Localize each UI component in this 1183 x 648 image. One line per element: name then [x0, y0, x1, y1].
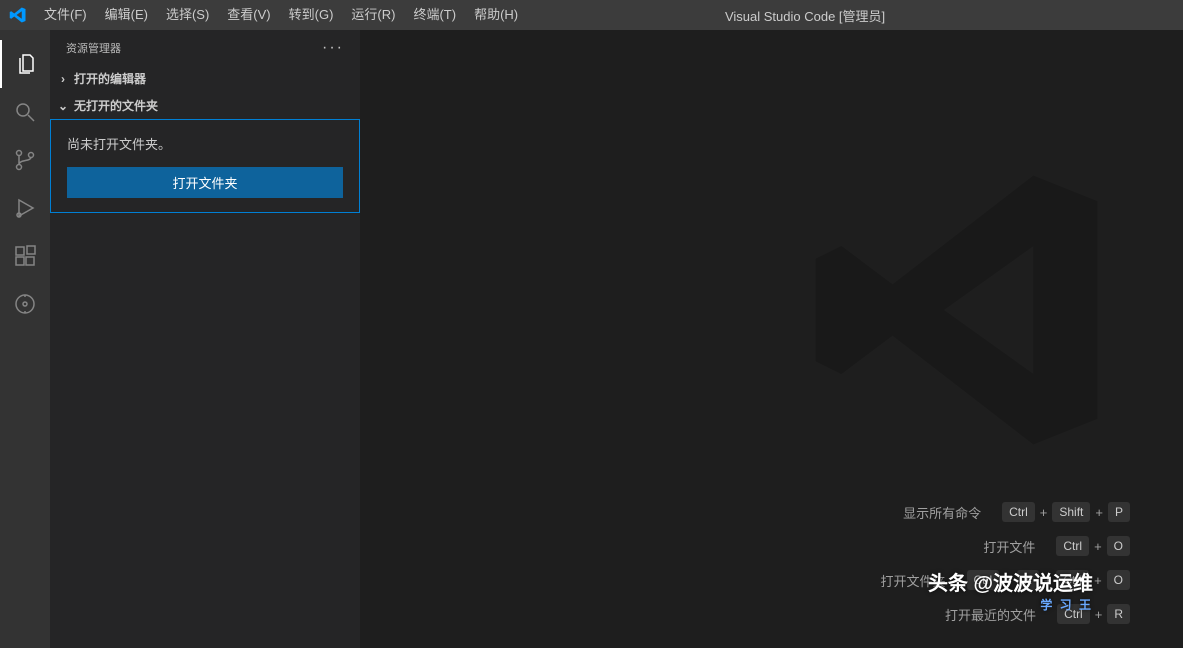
menu-selection[interactable]: 选择(S)	[157, 0, 218, 30]
shortcut-key: Ctrl	[1056, 536, 1089, 556]
menu-terminal[interactable]: 终端(T)	[404, 0, 465, 30]
menu-bar: 文件(F) 编辑(E) 选择(S) 查看(V) 转到(G) 运行(R) 终端(T…	[35, 0, 527, 30]
plus-separator: +	[1095, 607, 1103, 622]
section-no-folder-label: 无打开的文件夹	[74, 97, 158, 114]
shortcut-label: 打开文件	[983, 537, 1035, 556]
shortcut-key: O	[1107, 570, 1130, 590]
sidebar-title: 资源管理器	[66, 40, 121, 56]
files-icon	[14, 52, 38, 76]
window-title: Visual Studio Code [管理员]	[527, 6, 1183, 25]
sidebar-explorer: 资源管理器 ··· › 打开的编辑器 ⌄ 无打开的文件夹 尚未打开文件夹。 打开…	[50, 30, 360, 648]
extensions-icon	[13, 244, 37, 268]
menu-file[interactable]: 文件(F)	[35, 0, 96, 30]
menu-edit[interactable]: 编辑(E)	[96, 0, 157, 30]
chevron-right-icon: ›	[56, 72, 70, 86]
vscode-watermark-icon	[803, 150, 1123, 475]
overlay-main: 头条 @波波说运维	[928, 573, 1093, 595]
menu-help[interactable]: 帮助(H)	[465, 0, 527, 30]
overlay-sub: 学 习 王	[928, 596, 1093, 613]
activity-source-control[interactable]	[0, 136, 50, 184]
branch-icon	[13, 148, 37, 172]
activity-explorer[interactable]	[0, 40, 50, 88]
menu-run[interactable]: 运行(R)	[342, 0, 404, 30]
activity-remote[interactable]	[0, 280, 50, 328]
plus-separator: +	[1094, 539, 1102, 554]
activity-extensions[interactable]	[0, 232, 50, 280]
menu-view[interactable]: 查看(V)	[218, 0, 279, 30]
plus-separator: +	[1095, 505, 1103, 520]
activity-run-debug[interactable]	[0, 184, 50, 232]
menu-go[interactable]: 转到(G)	[280, 0, 343, 30]
section-open-editors[interactable]: › 打开的编辑器	[50, 65, 360, 92]
overlay-watermark: 头条 @波波说运维 学 习 王	[928, 567, 1093, 613]
activity-bar	[0, 30, 50, 648]
no-folder-panel: 尚未打开文件夹。 打开文件夹	[50, 119, 360, 213]
section-open-editors-label: 打开的编辑器	[74, 70, 146, 87]
shortcut-key: Ctrl	[1002, 502, 1035, 522]
shortcut-row: 打开文件 Ctrl + O	[881, 536, 1134, 556]
remote-icon	[13, 292, 37, 316]
shortcut-key: P	[1108, 502, 1130, 522]
no-folder-message: 尚未打开文件夹。	[67, 134, 343, 153]
section-no-folder[interactable]: ⌄ 无打开的文件夹	[50, 92, 360, 119]
open-folder-button[interactable]: 打开文件夹	[67, 167, 343, 198]
shortcut-key: R	[1107, 604, 1130, 624]
titlebar: 文件(F) 编辑(E) 选择(S) 查看(V) 转到(G) 运行(R) 终端(T…	[0, 0, 1183, 30]
sidebar-more-icon[interactable]: ···	[322, 39, 344, 57]
sidebar-header: 资源管理器 ···	[50, 30, 360, 65]
chevron-down-icon: ⌄	[56, 99, 70, 113]
shortcut-label: 显示所有命令	[903, 503, 981, 522]
shortcut-row: 显示所有命令 Ctrl + Shift + P	[881, 502, 1134, 522]
search-icon	[13, 100, 37, 124]
shortcut-key: Shift	[1052, 502, 1090, 522]
plus-separator: +	[1040, 505, 1048, 520]
activity-search[interactable]	[0, 88, 50, 136]
vscode-logo-icon	[0, 6, 35, 24]
plus-separator: +	[1094, 573, 1102, 588]
shortcut-key: O	[1107, 536, 1130, 556]
debug-icon	[13, 196, 37, 220]
editor-area: 显示所有命令Ctrl+Shift+P打开文件Ctrl+O打开文件夹Ctrl+K+…	[360, 30, 1183, 648]
